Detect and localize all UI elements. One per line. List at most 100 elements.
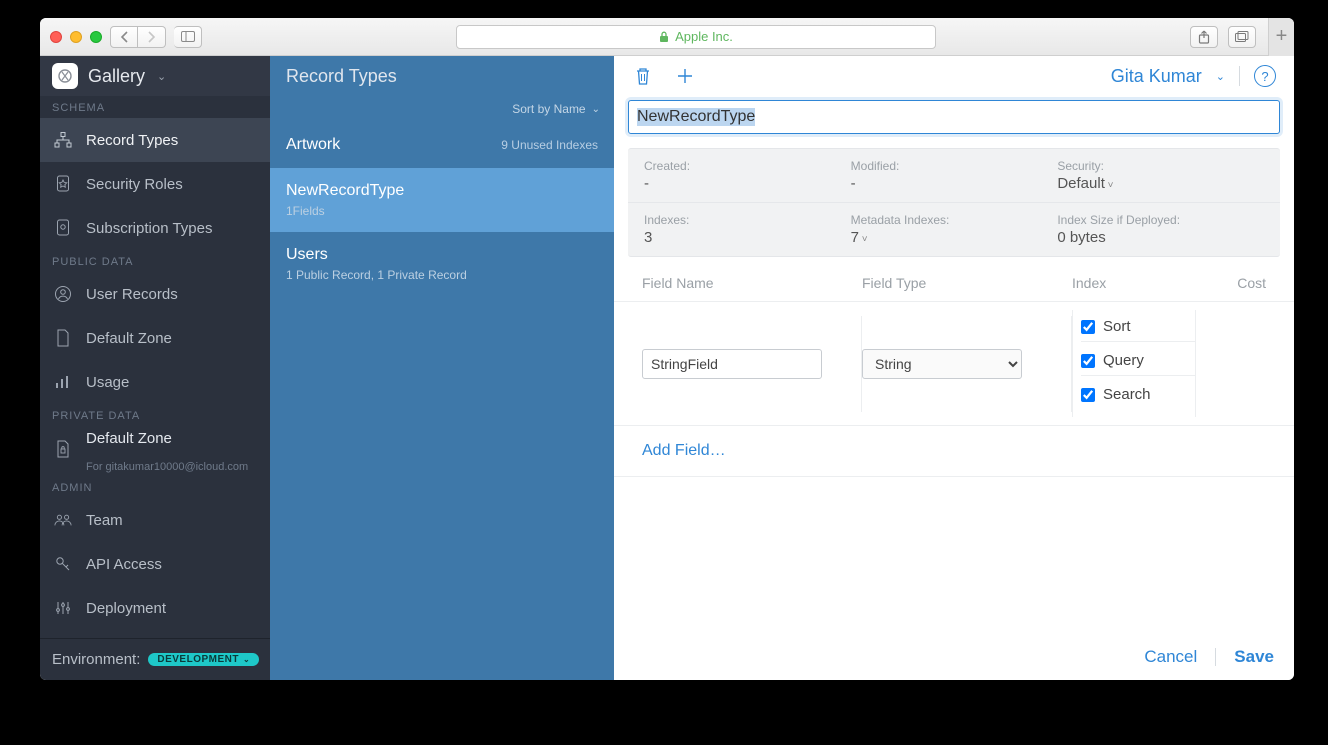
nav-buttons [110, 26, 166, 48]
chart-icon [54, 374, 72, 390]
meta-block: Created: - Modified: - Security: Default… [628, 148, 1280, 257]
environment-row: Environment: DEVELOPMENT ⌄ [40, 638, 270, 680]
sidebar-item-label: Team [86, 512, 123, 529]
meta-label: Security: [1057, 159, 1264, 173]
sidebar-item-usage[interactable]: Usage [40, 360, 270, 404]
locked-doc-icon [54, 440, 72, 458]
sidebar-item-label: User Records [86, 286, 178, 303]
checkbox[interactable] [1081, 354, 1095, 368]
add-button[interactable] [674, 67, 696, 85]
sidebar-item-user-records[interactable]: User Records [40, 272, 270, 316]
new-tab-button[interactable]: + [1268, 18, 1294, 56]
badge-icon [54, 175, 72, 193]
lock-icon [659, 31, 669, 43]
record-type-name: Users [286, 246, 598, 264]
forward-button[interactable] [138, 26, 166, 48]
chevron-down-icon: ⌄ [157, 70, 166, 83]
environment-pill[interactable]: DEVELOPMENT ⌄ [148, 653, 259, 666]
separator [1215, 648, 1216, 666]
browser-window: Apple Inc. + Gallery ⌄ SCHEMA [40, 18, 1294, 680]
add-field-button[interactable]: Add Field… [614, 426, 1294, 477]
cancel-button[interactable]: Cancel [1144, 647, 1197, 667]
app: Gallery ⌄ SCHEMA Record Types Security R… [40, 56, 1294, 680]
record-type-item-artwork[interactable]: Artwork 9 Unused Indexes [270, 122, 614, 168]
address-label: Apple Inc. [675, 29, 733, 44]
sidebar-item-deployment[interactable]: Deployment [40, 586, 270, 630]
sidebar-item-team[interactable]: Team [40, 498, 270, 542]
close-window[interactable] [50, 31, 62, 43]
checkbox[interactable] [1081, 320, 1095, 334]
app-icon [52, 63, 78, 89]
sidebar-item-label: API Access [86, 556, 162, 573]
meta-label: Metadata Indexes: [851, 213, 1058, 227]
main-panel: Gita Kumar ⌄ ? Created: - Modified: [614, 56, 1294, 680]
sort-control[interactable]: Sort by Name ⌄ [270, 96, 614, 122]
security-dropdown[interactable]: Default [1057, 175, 1264, 192]
meta-value: 0 bytes [1057, 229, 1264, 246]
toolbar-right [1190, 26, 1256, 48]
chevron-down-icon: ⌄ [243, 655, 250, 664]
user-icon [54, 285, 72, 303]
meta-label: Index Size if Deployed: [1057, 213, 1264, 227]
environment-label: Environment: [52, 651, 140, 668]
sidebar-item-subscription-types[interactable]: Subscription Types [40, 206, 270, 250]
section-schema: SCHEMA [40, 96, 270, 118]
save-button[interactable]: Save [1234, 647, 1274, 667]
address-bar-wrap: Apple Inc. [210, 25, 1182, 49]
help-button[interactable]: ? [1254, 65, 1276, 87]
sidebar-item-record-types[interactable]: Record Types [40, 118, 270, 162]
back-button[interactable] [110, 26, 138, 48]
section-admin: ADMIN [40, 476, 270, 498]
col-field-type: Field Type [862, 275, 1072, 291]
sidebar-item-security-roles[interactable]: Security Roles [40, 162, 270, 206]
sidebar: Gallery ⌄ SCHEMA Record Types Security R… [40, 56, 270, 680]
field-header-row: Field Name Field Type Index Cost [614, 265, 1294, 302]
field-type-select[interactable]: String [862, 349, 1022, 379]
index-options: Sort Query Search [1072, 310, 1196, 417]
record-type-name: NewRecordType [286, 182, 598, 200]
tabs-button[interactable] [1228, 26, 1256, 48]
meta-value: 3 [644, 229, 851, 246]
meta-label: Modified: [851, 159, 1058, 173]
section-private: PRIVATE DATA [40, 404, 270, 426]
app-name: Gallery [88, 66, 145, 87]
app-switcher[interactable]: Gallery ⌄ [40, 56, 270, 96]
user-name: Gita Kumar [1111, 66, 1202, 87]
meta-label: Created: [644, 159, 851, 173]
delete-button[interactable] [632, 66, 654, 86]
meta-value: - [644, 175, 851, 192]
record-type-item-newrecordtype[interactable]: NewRecordType 1Fields [270, 168, 614, 232]
checkbox[interactable] [1081, 388, 1095, 402]
document-icon [54, 329, 72, 347]
record-type-meta: 9 Unused Indexes [501, 138, 598, 152]
sidebar-item-api-access[interactable]: API Access [40, 542, 270, 586]
sidebar-item-label: Default Zone [86, 430, 172, 447]
sidebar-item-default-zone[interactable]: Default Zone [40, 316, 270, 360]
user-menu[interactable]: Gita Kumar ⌄ ? [1111, 65, 1276, 87]
zoom-window[interactable] [90, 31, 102, 43]
record-type-item-users[interactable]: Users 1 Public Record, 1 Private Record [270, 232, 614, 296]
chevron-down-icon: ⌄ [592, 104, 600, 115]
meta-label: Indexes: [644, 213, 851, 227]
index-search[interactable]: Search [1081, 386, 1195, 409]
share-button[interactable] [1190, 26, 1218, 48]
address-bar[interactable]: Apple Inc. [456, 25, 936, 49]
metadata-indexes-dropdown[interactable]: 7 [851, 229, 1058, 246]
sidebar-item-label: Usage [86, 374, 129, 391]
record-name-input[interactable] [628, 100, 1280, 134]
sidebar-item-label: Subscription Types [86, 220, 212, 237]
record-type-meta: 1 Public Record, 1 Private Record [286, 268, 598, 282]
separator [1239, 66, 1240, 86]
col-index: Index [1072, 275, 1196, 291]
sidebar-toggle[interactable] [174, 26, 202, 48]
record-types-column: Record Types Sort by Name ⌄ Artwork 9 Un… [270, 56, 614, 680]
main-toolbar: Gita Kumar ⌄ ? [614, 56, 1294, 96]
index-query[interactable]: Query [1081, 352, 1195, 376]
sidebar-item-private-default-zone[interactable]: Default Zone For gitakumar10000@icloud.c… [40, 426, 270, 476]
window-controls [50, 31, 102, 43]
field-name-input[interactable] [642, 349, 822, 379]
index-sort[interactable]: Sort [1081, 318, 1195, 342]
column-title: Record Types [270, 56, 614, 96]
minimize-window[interactable] [70, 31, 82, 43]
footer: Cancel Save [614, 634, 1294, 680]
